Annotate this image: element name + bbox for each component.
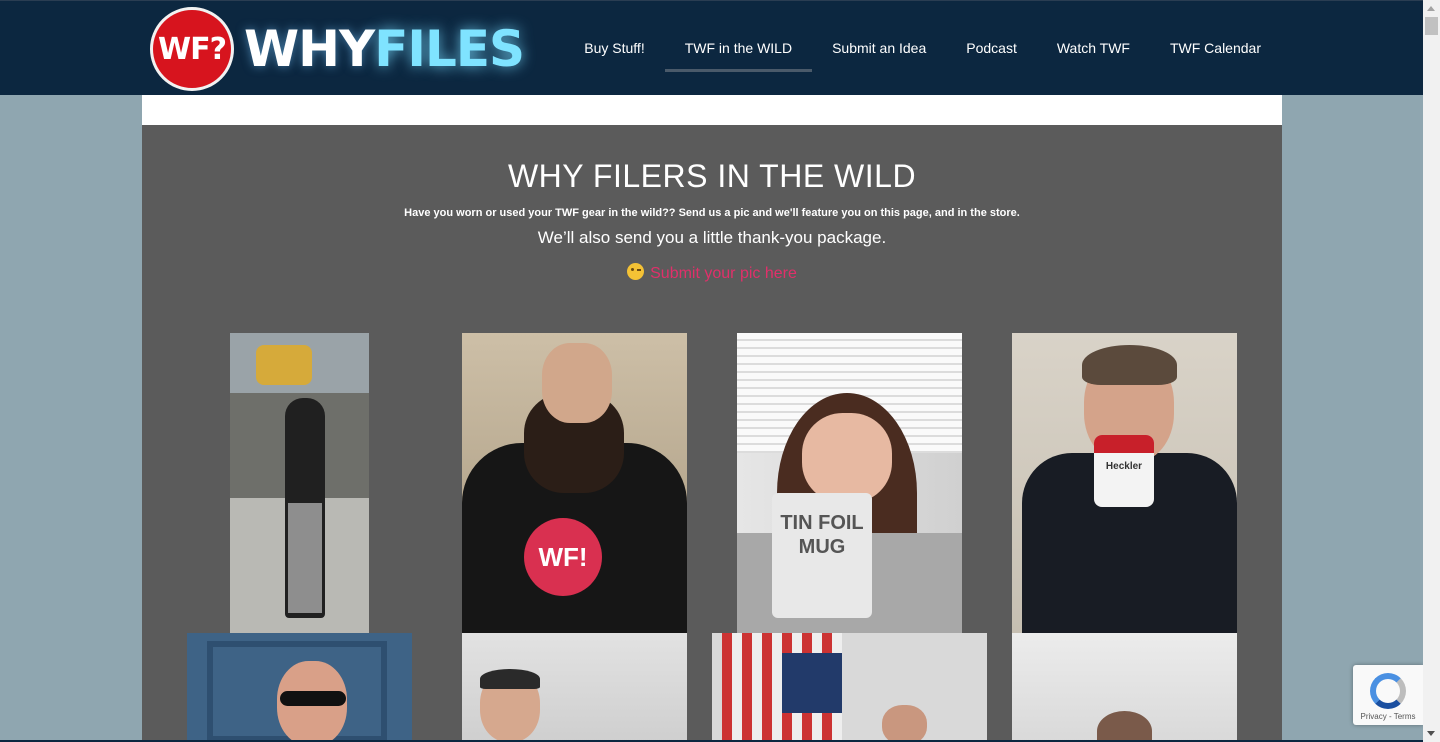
logo-why: WHY: [244, 20, 375, 78]
gallery-photo-tin-foil-mug[interactable]: TIN FOIL MUG: [737, 333, 962, 633]
gallery-photo-woman[interactable]: [1012, 633, 1237, 742]
site-header: WF? WHYFILES Buy Stuff! TWF in the WILD …: [0, 0, 1423, 95]
logo-wordmark: WHYFILES: [244, 7, 525, 91]
hair: [480, 669, 540, 689]
nav-twf-calendar[interactable]: TWF Calendar: [1150, 1, 1281, 73]
logo-files: FILES: [374, 20, 525, 78]
recaptcha-icon: [1370, 673, 1406, 709]
wink-emoji-icon: [627, 263, 645, 280]
submit-pic-link[interactable]: Submit your pic here: [650, 265, 797, 282]
gallery-photo-bearded-man[interactable]: WF!: [462, 333, 687, 633]
vegas-sign: [256, 345, 312, 385]
recaptcha-separator: -: [1386, 712, 1394, 721]
recaptcha-privacy-link[interactable]: Privacy: [1361, 712, 1387, 721]
recaptcha-badge[interactable]: Privacy - Terms: [1353, 665, 1423, 725]
site-logo[interactable]: WF? WHYFILES: [150, 7, 525, 91]
head: [542, 343, 612, 423]
intro-text: Have you worn or used your TWF gear in t…: [404, 207, 1020, 219]
head: [882, 705, 927, 742]
person-legs: [288, 503, 322, 613]
flag-stars: [782, 653, 842, 713]
mug-band: [1094, 435, 1154, 453]
scrollbar-thumb[interactable]: [1425, 17, 1438, 35]
gallery-photo-vegas[interactable]: [230, 333, 369, 633]
content-top-strip: [142, 95, 1282, 125]
nav-twf-in-the-wild[interactable]: TWF in the WILD: [664, 1, 813, 73]
gallery-photo-sunglasses[interactable]: [187, 633, 412, 742]
vertical-scrollbar[interactable]: [1423, 0, 1440, 742]
gallery-photo-group[interactable]: [462, 633, 687, 742]
page-title: WHY FILERS IN THE WILD: [507, 158, 917, 194]
tin-foil-mug: TIN FOIL MUG: [772, 493, 872, 618]
sunglasses: [280, 691, 346, 706]
gallery-photo-flag[interactable]: [712, 633, 987, 742]
nav-watch-twf[interactable]: Watch TWF: [1037, 1, 1150, 73]
recaptcha-links: Privacy - Terms: [1353, 712, 1423, 721]
recaptcha-terms-link[interactable]: Terms: [1394, 712, 1416, 721]
nav-buy-stuff[interactable]: Buy Stuff!: [564, 1, 664, 73]
thanks-text: We’ll also send you a little thank-you p…: [537, 228, 887, 247]
submit-row: Submit your pic here: [142, 263, 1282, 283]
face: [802, 413, 892, 503]
nav-podcast[interactable]: Podcast: [946, 1, 1037, 73]
hair: [1082, 345, 1177, 385]
nav-submit-an-idea[interactable]: Submit an Idea: [812, 1, 946, 73]
main-nav: Buy Stuff! TWF in the WILD Submit an Ide…: [564, 1, 1281, 96]
gallery-photo-heckler-mug[interactable]: Heckler: [1012, 333, 1237, 633]
logo-badge: WF?: [150, 7, 234, 91]
head: [1097, 711, 1152, 742]
shirt-logo: WF!: [524, 518, 602, 596]
scroll-up-arrow-icon[interactable]: [1423, 0, 1440, 17]
wild-gallery-section: WHY FILERS IN THE WILD Have you worn or …: [142, 125, 1282, 742]
scroll-down-arrow-icon[interactable]: [1423, 725, 1440, 742]
